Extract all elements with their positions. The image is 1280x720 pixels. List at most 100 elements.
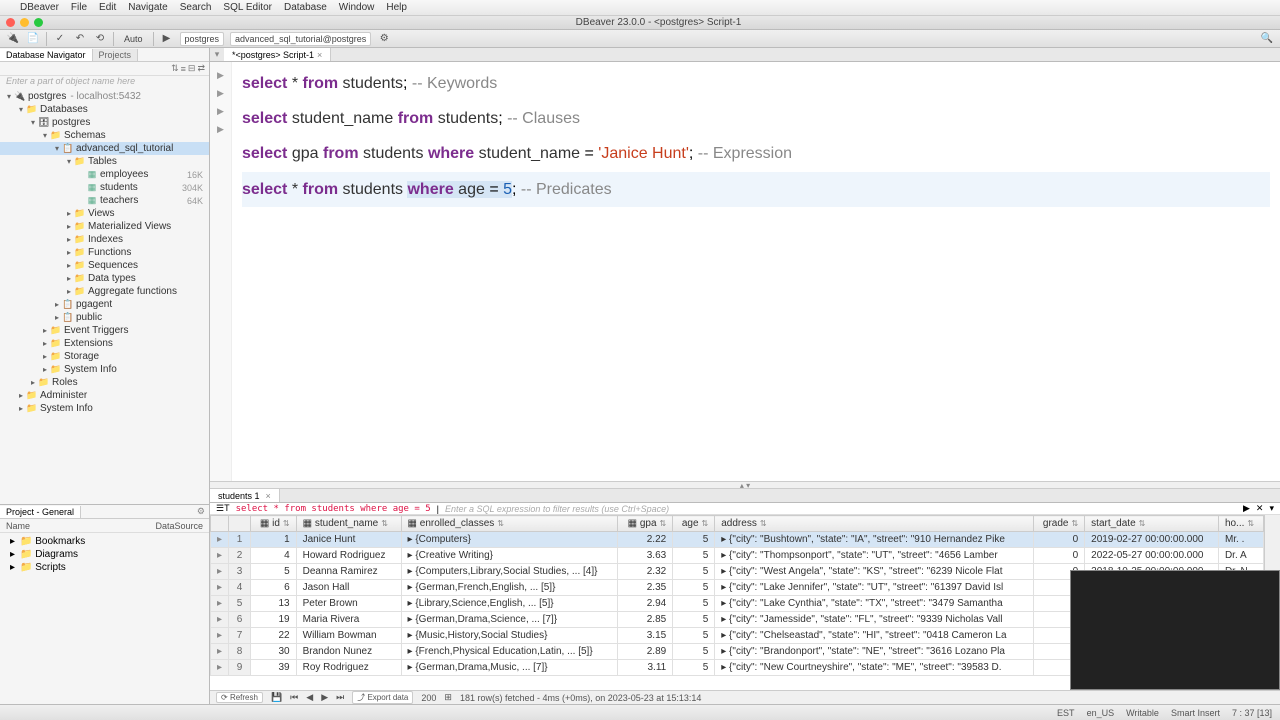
nav-prev-icon[interactable]: ◀ xyxy=(306,692,313,703)
close-icon[interactable]: × xyxy=(317,50,322,60)
tree-sort-icon[interactable]: ⇅ xyxy=(171,63,179,74)
tree-item[interactable]: ▸Extensions xyxy=(0,337,209,350)
db-tree[interactable]: ▾postgres- localhost:5432▾Databases▾post… xyxy=(0,88,209,504)
tab-project-general[interactable]: Project - General xyxy=(0,506,81,518)
run-icon[interactable]: ▶ xyxy=(160,32,174,46)
filter-menu-icon[interactable]: ▾ xyxy=(1269,503,1274,514)
tree-item[interactable]: ▾Tables xyxy=(0,155,209,168)
filter-clear-icon[interactable]: ✕ xyxy=(1256,503,1264,514)
editor-tab-script1[interactable]: *<postgres> Script-1× xyxy=(224,48,331,61)
tree-link-icon[interactable]: ⇄ xyxy=(197,63,205,74)
tree-item[interactable]: ▸pgagent xyxy=(0,298,209,311)
col-header[interactable]: age⇅ xyxy=(673,516,715,532)
tree-item[interactable]: ▸Materialized Views xyxy=(0,220,209,233)
db-selector-1[interactable]: postgres xyxy=(180,32,225,46)
menu-sqleditor[interactable]: SQL Editor xyxy=(223,2,272,13)
tree-item[interactable]: ▸System Info xyxy=(0,402,209,415)
editor-menu-icon[interactable]: ▾ xyxy=(210,48,224,61)
tree-item[interactable]: ▸Aggregate functions xyxy=(0,285,209,298)
search-icon[interactable]: 🔍 xyxy=(1260,32,1274,46)
tree-item[interactable]: ▸public xyxy=(0,311,209,324)
code-area[interactable]: select * from students; -- Keywords sele… xyxy=(232,62,1280,481)
menu-file[interactable]: File xyxy=(71,2,87,13)
project-item[interactable]: ▸📁 Bookmarks xyxy=(0,535,209,548)
mac-menubar: DBeaver File Edit Navigate Search SQL Ed… xyxy=(0,0,1280,16)
tree-item[interactable]: ▸Views xyxy=(0,207,209,220)
new-sql-icon[interactable]: 📄 xyxy=(26,32,40,46)
tree-toolbar: ⇅ ≡ ⊟ ⇄ xyxy=(0,62,209,76)
sql-editor[interactable]: ▶▶▶▶ select * from students; -- Keywords… xyxy=(210,62,1280,481)
filter-apply-icon[interactable]: ▶ xyxy=(1243,503,1250,514)
project-gear-icon[interactable]: ⚙ xyxy=(193,506,209,517)
col-header[interactable]: ▦ id⇅ xyxy=(251,516,297,532)
menu-window[interactable]: Window xyxy=(339,2,375,13)
status-insert: Smart Insert xyxy=(1171,708,1220,718)
commit-icon[interactable]: ✓ xyxy=(53,32,67,46)
tab-projects[interactable]: Projects xyxy=(93,49,139,61)
col-header[interactable]: start_date⇅ xyxy=(1085,516,1219,532)
tree-item[interactable]: ▾Schemas xyxy=(0,129,209,142)
results-filter-input[interactable]: Enter a SQL expression to filter results… xyxy=(445,504,669,514)
tree-item[interactable]: ▸Sequences xyxy=(0,259,209,272)
settings-icon[interactable]: ⚙ xyxy=(377,32,391,46)
rollback-icon[interactable]: ↶ xyxy=(73,32,87,46)
close-icon[interactable]: × xyxy=(266,491,271,501)
tree-filter-icon[interactable]: ≡ xyxy=(181,64,186,74)
menu-help[interactable]: Help xyxy=(386,2,407,13)
col-header[interactable]: ho...⇅ xyxy=(1218,516,1263,532)
main-toolbar: 🔌 📄 ✓ ↶ ⟲ Auto ▶ postgres advanced_sql_t… xyxy=(0,30,1280,48)
tree-item[interactable]: ▸Data types xyxy=(0,272,209,285)
window-title: DBeaver 23.0.0 - <postgres> Script-1 xyxy=(43,17,1274,28)
menu-navigate[interactable]: Navigate xyxy=(128,2,167,13)
tree-filter-input[interactable]: Enter a part of object name here xyxy=(0,76,209,88)
tree-item[interactable]: employees16K xyxy=(0,168,209,181)
editor-gutter: ▶▶▶▶ xyxy=(210,62,232,481)
refresh-button[interactable]: ⟳ Refresh xyxy=(216,692,263,703)
tree-item[interactable]: ▸Event Triggers xyxy=(0,324,209,337)
export-button[interactable]: ⤴ Export data xyxy=(352,691,413,704)
tree-item[interactable]: ▸Roles xyxy=(0,376,209,389)
results-filter-bar: ☰T select * from students where age = 5 … xyxy=(210,503,1280,515)
tree-item[interactable]: ▾postgres- localhost:5432 xyxy=(0,90,209,103)
tree-item[interactable]: ▾postgres xyxy=(0,116,209,129)
new-conn-icon[interactable]: 🔌 xyxy=(6,32,20,46)
nav-next-icon[interactable]: ▶ xyxy=(321,692,328,703)
auto-label[interactable]: Auto xyxy=(120,34,147,44)
tree-item[interactable]: ▸Functions xyxy=(0,246,209,259)
status-pos: 7 : 37 [13] xyxy=(1232,708,1272,718)
project-list[interactable]: ▸📁 Bookmarks▸📁 Diagrams▸📁 Scripts xyxy=(0,533,209,576)
menu-database[interactable]: Database xyxy=(284,2,327,13)
splitter[interactable]: ▴ ▾ xyxy=(210,481,1280,489)
col-header[interactable]: ▦ enrolled_classes⇅ xyxy=(401,516,618,532)
tree-item[interactable]: teachers64K xyxy=(0,194,209,207)
tree-item[interactable]: ▾advanced_sql_tutorial xyxy=(0,142,209,155)
col-header[interactable]: grade⇅ xyxy=(1033,516,1085,532)
menu-search[interactable]: Search xyxy=(180,2,212,13)
db-selector-2[interactable]: advanced_sql_tutorial@postgres xyxy=(230,32,371,46)
col-header[interactable]: address⇅ xyxy=(715,516,1033,532)
project-item[interactable]: ▸📁 Diagrams xyxy=(0,548,209,561)
traffic-lights[interactable] xyxy=(6,18,43,27)
tree-item[interactable]: students304K xyxy=(0,181,209,194)
tree-item[interactable]: ▸System Info xyxy=(0,363,209,376)
tree-item[interactable]: ▾Databases xyxy=(0,103,209,116)
nav-first-icon[interactable]: ⏮ xyxy=(290,692,298,703)
editor-tabs: ▾ *<postgres> Script-1× xyxy=(210,48,1280,62)
col-header[interactable]: ▦ gpa⇅ xyxy=(618,516,673,532)
tree-collapse-icon[interactable]: ⊟ xyxy=(188,63,196,74)
table-row[interactable]: ▸11Janice Hunt▸ {Computers}2.225▸ {"city… xyxy=(211,532,1264,548)
save-icon[interactable]: 💾 xyxy=(271,692,282,703)
filter-toggle-icon[interactable]: ☰T xyxy=(216,503,230,514)
menu-edit[interactable]: Edit xyxy=(99,2,116,13)
project-item[interactable]: ▸📁 Scripts xyxy=(0,561,209,574)
tree-item[interactable]: ▸Indexes xyxy=(0,233,209,246)
nav-last-icon[interactable]: ⏭ xyxy=(336,692,344,703)
table-row[interactable]: ▸24Howard Rodriguez▸ {Creative Writing}3… xyxy=(211,548,1264,564)
tx-icon[interactable]: ⟲ xyxy=(93,32,107,46)
results-tab[interactable]: students 1 × xyxy=(210,489,280,502)
tree-item[interactable]: ▸Administer xyxy=(0,389,209,402)
tab-db-navigator[interactable]: Database Navigator xyxy=(0,49,93,61)
menu-app[interactable]: DBeaver xyxy=(20,2,59,13)
col-header[interactable]: ▦ student_name⇅ xyxy=(296,516,401,532)
tree-item[interactable]: ▸Storage xyxy=(0,350,209,363)
